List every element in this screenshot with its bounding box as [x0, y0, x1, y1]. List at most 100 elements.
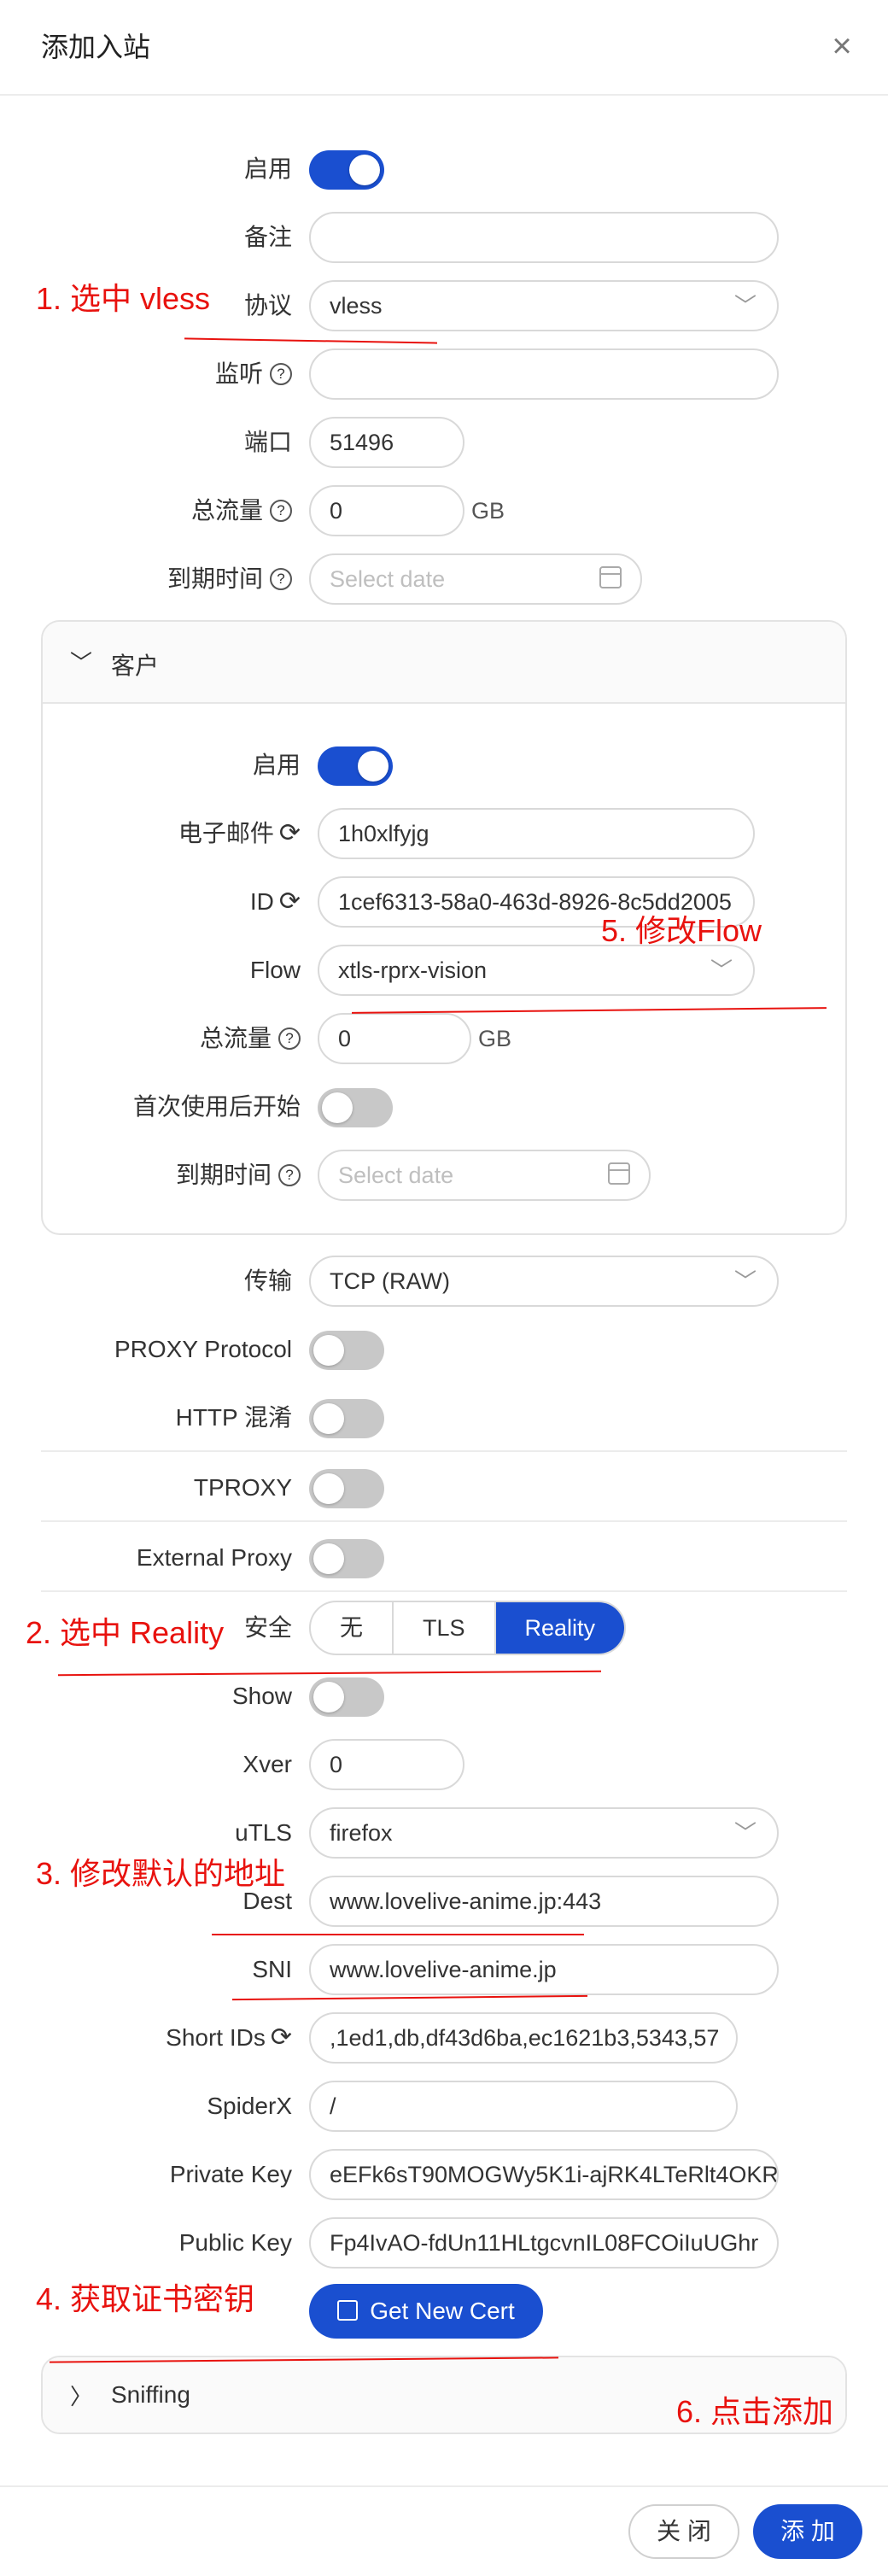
external-proxy-label: External Proxy	[136, 1544, 292, 1571]
http-obfs-toggle[interactable]	[309, 1399, 384, 1438]
total-traffic-label-text: 总流量	[190, 497, 263, 524]
listen-label-text: 监听	[214, 360, 263, 387]
toggle-knob	[322, 1092, 353, 1123]
divider	[41, 1450, 847, 1452]
sni-input[interactable]: www.lovelive-anime.jp	[309, 1944, 779, 1995]
client-flow-label: Flow	[249, 957, 301, 983]
security-segmented-control: 无 TLS Reality	[309, 1601, 627, 1655]
start-after-first-use-label: 首次使用后开始	[132, 1093, 301, 1120]
add-inbound-modal: 添加入站 × 启用 备注 协议 vless ﹀ 监听? 端口 51496 总流量…	[0, 0, 888, 2576]
toggle-knob	[313, 1682, 344, 1712]
question-circle-icon[interactable]: ?	[278, 1027, 301, 1050]
chevron-down-icon: ﹀	[710, 957, 733, 983]
sync-icon[interactable]: ⟳	[279, 875, 301, 929]
toggle-knob	[313, 1473, 344, 1504]
calendar-icon	[608, 1162, 630, 1185]
client-enable-toggle[interactable]	[318, 746, 393, 786]
enable-toggle[interactable]	[309, 150, 384, 190]
transport-value: TCP (RAW)	[330, 1268, 450, 1294]
question-circle-icon[interactable]: ?	[270, 567, 292, 590]
question-circle-icon[interactable]: ?	[270, 362, 292, 385]
show-toggle[interactable]	[309, 1677, 384, 1717]
external-proxy-toggle[interactable]	[309, 1539, 384, 1578]
spiderx-input[interactable]: /	[309, 2081, 738, 2132]
proxy-protocol-toggle[interactable]	[309, 1331, 384, 1370]
protocol-value: vless	[330, 293, 383, 319]
tproxy-toggle[interactable]	[309, 1469, 384, 1508]
short-ids-label-text: Short IDs	[166, 2024, 266, 2051]
port-input[interactable]: 51496	[309, 417, 464, 468]
client-total-traffic-unit: GB	[478, 1026, 512, 1051]
client-expiry-placeholder: Select date	[338, 1162, 454, 1188]
total-traffic-label: 总流量?	[34, 483, 292, 538]
listen-input[interactable]	[309, 348, 779, 400]
dest-input[interactable]: www.lovelive-anime.jp:443	[309, 1876, 779, 1927]
chevron-down-icon: ﹀	[733, 1820, 757, 1846]
toggle-knob	[313, 1335, 344, 1366]
expiry-placeholder: Select date	[330, 566, 446, 592]
client-panel-title: 客户	[111, 653, 160, 679]
annotation-3: 3. 修改默认的地址	[36, 1856, 286, 1891]
annotation-6: 6. 点击添加	[676, 2394, 834, 2429]
client-total-traffic-input[interactable]: 0	[318, 1013, 471, 1064]
transport-label: 传输	[243, 1268, 292, 1294]
close-icon[interactable]: ×	[821, 26, 862, 67]
close-button[interactable]: 关 闭	[628, 2504, 739, 2559]
client-total-traffic-label-text: 总流量	[199, 1025, 272, 1051]
private-key-label: Private Key	[169, 2161, 292, 2187]
client-expiry-date-picker[interactable]: Select date	[318, 1150, 651, 1201]
sync-icon[interactable]: ⟳	[271, 2011, 292, 2065]
client-expiry-label-text: 到期时间	[175, 1162, 272, 1188]
security-option-reality[interactable]: Reality	[495, 1602, 625, 1654]
security-option-tls[interactable]: TLS	[394, 1602, 496, 1654]
sni-label: SNI	[252, 1956, 292, 1982]
spiderx-label: SpiderX	[207, 2093, 292, 2119]
listen-label: 监听?	[34, 347, 292, 401]
toggle-knob	[349, 155, 380, 185]
utls-select[interactable]: firefox ﹀	[309, 1807, 779, 1859]
client-flow-select[interactable]: xtls-rprx-vision ﹀	[318, 945, 755, 996]
public-key-input[interactable]: Fp4IvAO-fdUn11HLtgcvnIL08FCOiIuUGhr	[309, 2217, 779, 2269]
client-id-label: ID ⟳	[51, 875, 301, 931]
client-email-input[interactable]: 1h0xlfyjg	[318, 808, 755, 859]
show-label: Show	[231, 1683, 292, 1709]
annotation-5: 5. 修改Flow	[601, 913, 762, 948]
public-key-label: Public Key	[178, 2229, 292, 2256]
protocol-select[interactable]: vless ﹀	[309, 280, 779, 331]
question-circle-icon[interactable]: ?	[278, 1163, 301, 1186]
utls-value: firefox	[330, 1820, 393, 1846]
expiry-date-picker[interactable]: Select date	[309, 553, 642, 605]
proxy-protocol-label: PROXY Protocol	[114, 1336, 292, 1362]
client-panel-header[interactable]: ﹀ 客户	[43, 622, 845, 704]
divider	[41, 1520, 847, 1522]
modal-title: 添加入站	[41, 32, 151, 62]
enable-label: 启用	[243, 155, 292, 182]
chevron-down-icon: ﹀	[733, 293, 757, 319]
xver-input[interactable]: 0	[309, 1739, 464, 1790]
start-after-first-use-toggle[interactable]	[318, 1088, 393, 1127]
total-traffic-unit: GB	[471, 498, 505, 524]
toggle-knob	[313, 1543, 344, 1574]
annotation-4: 4. 获取证书密钥	[36, 2281, 255, 2316]
tproxy-label: TPROXY	[193, 1474, 292, 1501]
total-traffic-input[interactable]: 0	[309, 485, 464, 536]
modal-header: 添加入站 ×	[0, 0, 888, 96]
annotation-3-underline	[212, 1934, 584, 1935]
sync-icon[interactable]: ⟳	[279, 806, 301, 861]
client-id-label-text: ID	[249, 888, 274, 915]
add-button[interactable]: 添 加	[753, 2504, 862, 2559]
utls-label: uTLS	[235, 1819, 292, 1846]
client-email-label-text: 电子邮件	[178, 820, 274, 846]
import-icon	[337, 2299, 359, 2321]
short-ids-input[interactable]: ,1ed1,db,df43d6ba,ec1621b3,5343,57	[309, 2012, 738, 2064]
question-circle-icon[interactable]: ?	[270, 499, 292, 522]
remark-input[interactable]	[309, 212, 779, 263]
get-new-cert-button[interactable]: Get New Cert	[309, 2284, 543, 2339]
expiry-label: 到期时间?	[34, 552, 292, 606]
http-obfs-label: HTTP 混淆	[175, 1404, 292, 1431]
private-key-input[interactable]: eEFk6sT90MOGWy5K1i-ajRK4LTeRlt4OKR	[309, 2149, 779, 2200]
transport-select[interactable]: TCP (RAW) ﹀	[309, 1256, 779, 1307]
security-option-none[interactable]: 无	[311, 1602, 394, 1654]
client-email-label: 电子邮件 ⟳	[51, 806, 301, 863]
annotation-1-underline	[184, 337, 437, 344]
